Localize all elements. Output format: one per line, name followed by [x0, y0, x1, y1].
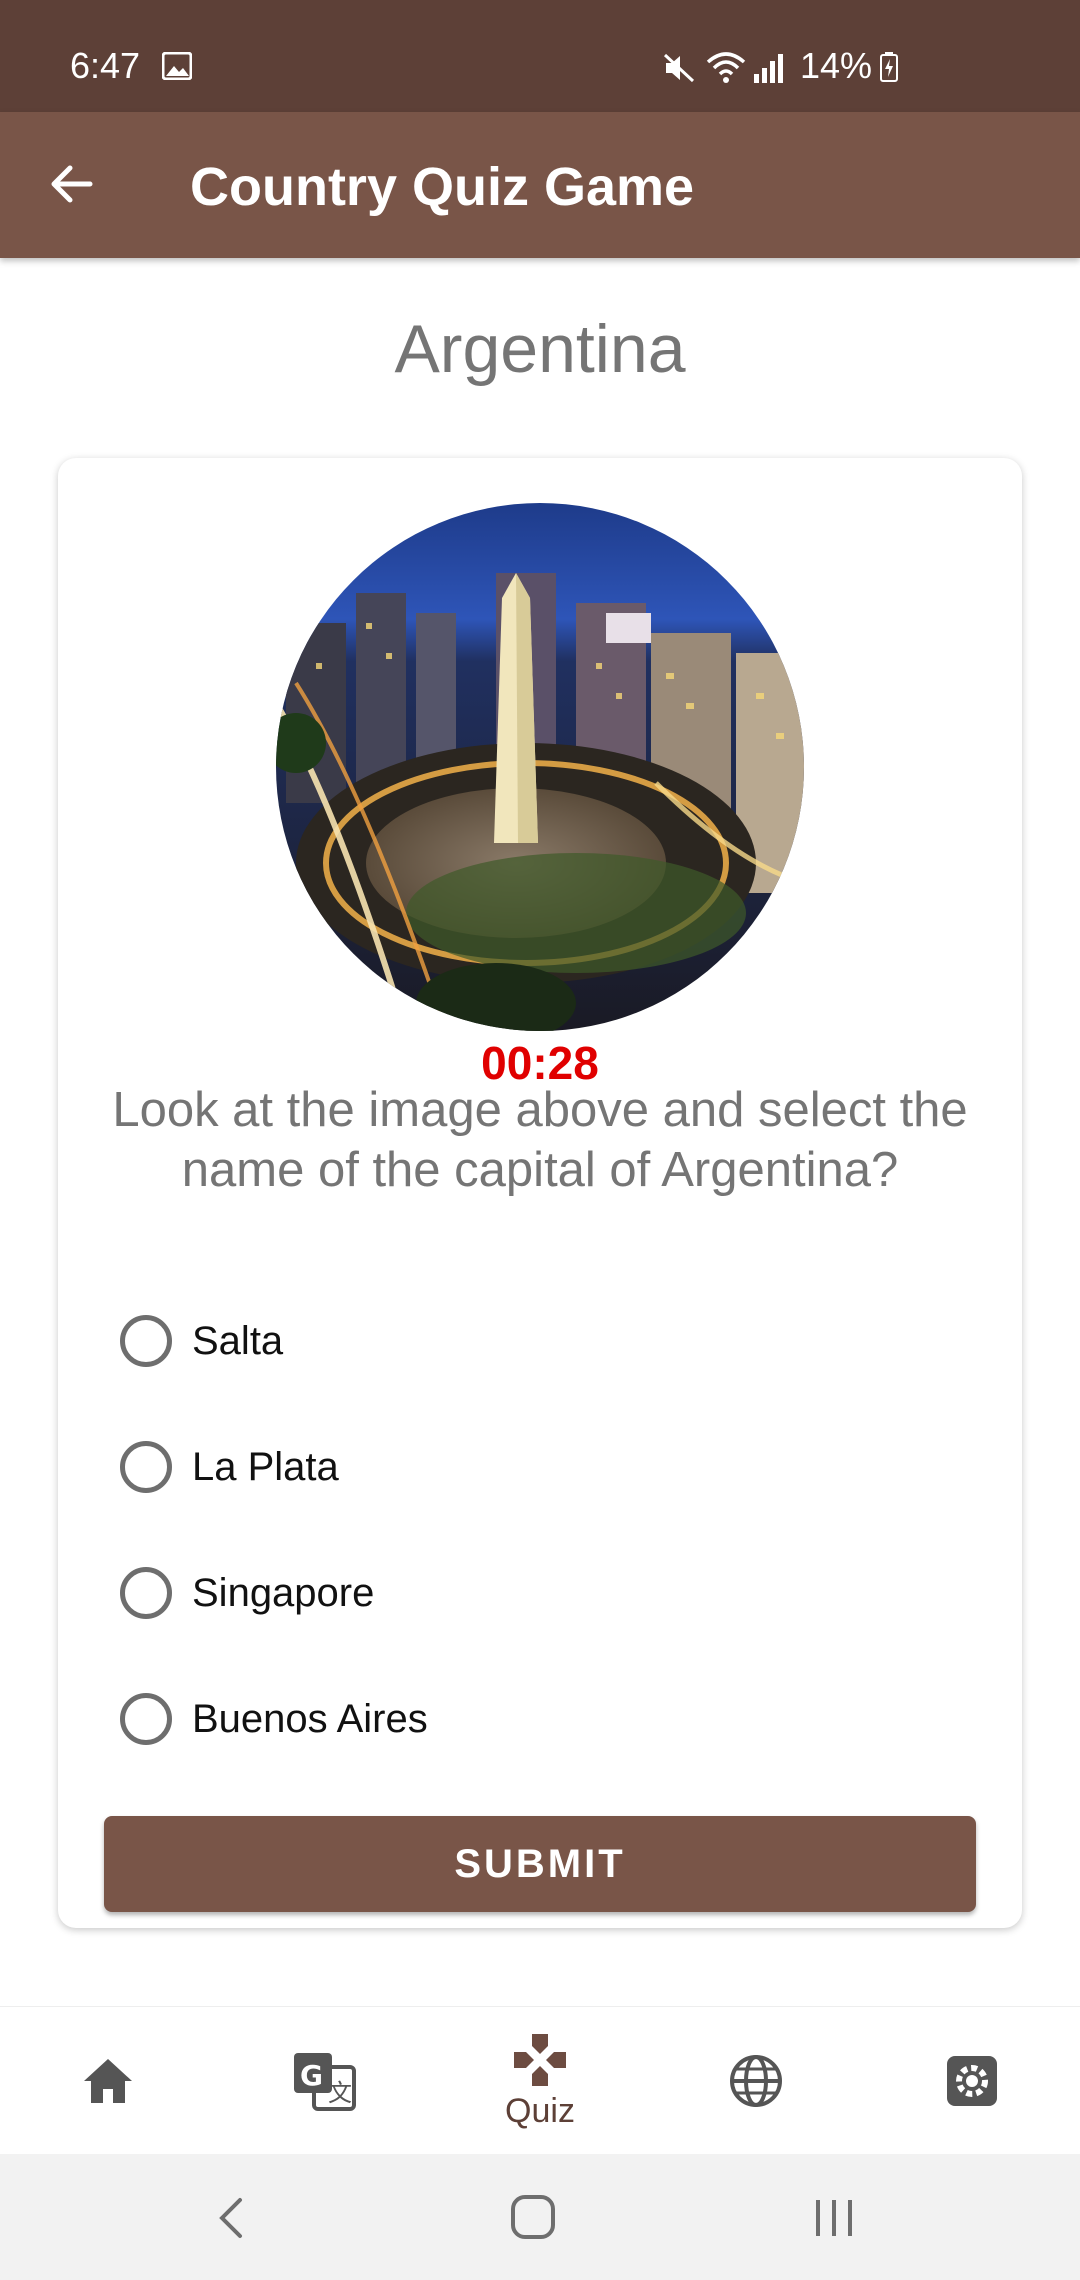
radio-button[interactable] [120, 1441, 172, 1493]
home-icon [84, 2059, 132, 2103]
bottom-nav: G 文 Quiz [0, 2006, 1080, 2154]
mute-icon [663, 53, 695, 83]
system-home-icon[interactable] [510, 2194, 556, 2240]
image-icon [162, 52, 192, 80]
quiz-image [276, 503, 804, 1031]
nav-item-home[interactable] [0, 2007, 216, 2155]
settings-icon [947, 2056, 997, 2106]
nav-item-quiz[interactable]: Quiz [432, 2007, 648, 2155]
nav-item-globe[interactable] [648, 2007, 864, 2155]
nav-label-quiz: Quiz [505, 2091, 575, 2130]
arrow-back-icon[interactable] [40, 152, 104, 216]
option-la-plata[interactable]: La Plata [120, 1404, 980, 1530]
battery-percent: 14% [800, 45, 873, 86]
app-bar: Country Quiz Game [0, 112, 1080, 258]
option-label: Singapore [192, 1570, 375, 1615]
wifi-icon [706, 52, 746, 83]
submit-button[interactable]: SUBMIT [104, 1816, 976, 1912]
status-bar: 6:47 14% [0, 0, 1080, 112]
option-label: Buenos Aires [192, 1696, 428, 1741]
option-buenos-aires[interactable]: Buenos Aires [120, 1656, 980, 1782]
option-label: La Plata [192, 1444, 339, 1489]
nav-item-settings[interactable] [864, 2007, 1080, 2155]
radio-button[interactable] [120, 1315, 172, 1367]
globe-icon [730, 2055, 782, 2107]
signal-icon [754, 54, 783, 83]
option-label: Salta [192, 1318, 284, 1363]
answer-options: Salta La Plata Singapore Buenos Aires [120, 1278, 980, 1782]
nav-item-translate[interactable]: G 文 [216, 2007, 432, 2155]
system-recents-icon[interactable] [812, 2198, 856, 2238]
svg-text:文: 文 [328, 2079, 352, 2107]
system-nav-bar [0, 2154, 1080, 2280]
radio-button[interactable] [120, 1693, 172, 1745]
app-title: Country Quiz Game [190, 157, 695, 217]
quiz-card: 00:28 Look at the image above and select… [58, 458, 1022, 1928]
battery-charging-icon [880, 52, 898, 82]
option-salta[interactable]: Salta [120, 1278, 980, 1404]
translate-icon: G 文 [294, 2053, 356, 2111]
radio-button[interactable] [120, 1567, 172, 1619]
svg-text:G: G [300, 2059, 323, 2092]
gamepad-icon [514, 2033, 566, 2086]
question-text: Look at the image above and select the n… [112, 1083, 968, 1197]
status-time: 6:47 [70, 45, 141, 86]
option-singapore[interactable]: Singapore [120, 1530, 980, 1656]
country-title: Argentina [394, 311, 686, 387]
system-back-icon[interactable] [212, 2196, 252, 2240]
